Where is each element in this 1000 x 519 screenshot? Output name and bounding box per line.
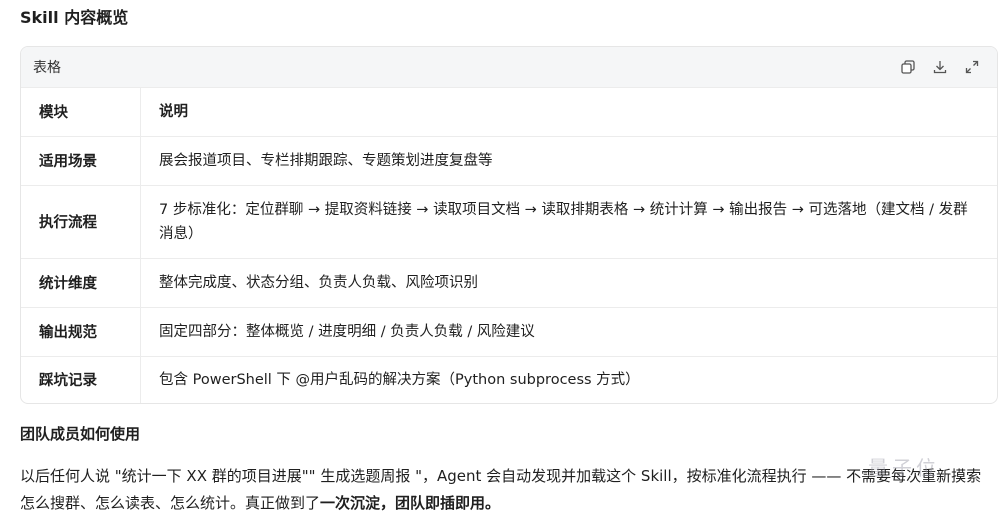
usage-heading: 团队成员如何使用 — [20, 425, 141, 443]
table-header-row: 模块 说明 — [21, 88, 997, 137]
table-row: 适用场景 展会报道项目、专栏排期跟踪、专题策划进度复盘等 — [21, 136, 997, 186]
copy-icon[interactable] — [899, 58, 917, 76]
row-key: 输出规范 — [21, 307, 141, 357]
row-value: 7 步标准化：定位群聊 → 提取资料链接 → 读取项目文档 → 读取排期表格 →… — [140, 185, 997, 259]
row-key: 适用场景 — [21, 136, 141, 186]
usage-paragraph: 以后任何人说 "统计一下 XX 群的项目进展"" 生成选题周报 "，Agent … — [20, 463, 992, 517]
table-toolbar — [899, 58, 981, 76]
download-icon[interactable] — [931, 58, 949, 76]
watermark-logo: 量子位 — [868, 455, 978, 487]
header-cell: 模块 — [21, 88, 141, 137]
row-key: 统计维度 — [21, 258, 141, 308]
usage-emphasis: 一次沉淀，团队即插即用。 — [320, 494, 501, 512]
row-value: 展会报道项目、专栏排期跟踪、专题策划进度复盘等 — [140, 136, 997, 186]
table-row: 输出规范 固定四部分：整体概览 / 进度明细 / 负责人负载 / 风险建议 — [21, 307, 997, 357]
section-heading: Skill 内容概览 — [20, 8, 129, 27]
table-card: 表格 模块 说明 适用场景 展会报道项目、专栏排期跟踪、专题策划进度复盘等 执行… — [20, 46, 998, 404]
content-table: 模块 说明 适用场景 展会报道项目、专栏排期跟踪、专题策划进度复盘等 执行流程 … — [21, 88, 997, 403]
table-card-title: 表格 — [33, 60, 61, 76]
row-value: 固定四部分：整体概览 / 进度明细 / 负责人负载 / 风险建议 — [140, 307, 997, 357]
expand-icon[interactable] — [963, 58, 981, 76]
row-key: 踩坑记录 — [21, 356, 141, 403]
row-value: 包含 PowerShell 下 @用户乱码的解决方案（Python subpro… — [159, 371, 640, 388]
table-row: 踩坑记录 包含 PowerShell 下 @用户乱码的解决方案（Python s… — [21, 356, 997, 403]
table-card-header: 表格 — [21, 47, 997, 88]
table-row: 统计维度 整体完成度、状态分组、负责人负载、风险项识别 — [21, 258, 997, 308]
svg-text:量子位: 量子位 — [868, 456, 940, 480]
usage-text: 以后任何人说 "统计一下 XX 群的项目进展"" 生成选题周报 "，Agent … — [20, 467, 982, 512]
row-value: 整体完成度、状态分组、负责人负载、风险项识别 — [140, 258, 997, 308]
header-cell: 说明 — [140, 88, 997, 137]
row-key: 执行流程 — [21, 185, 141, 259]
table-row: 执行流程 7 步标准化：定位群聊 → 提取资料链接 → 读取项目文档 → 读取排… — [21, 185, 997, 259]
